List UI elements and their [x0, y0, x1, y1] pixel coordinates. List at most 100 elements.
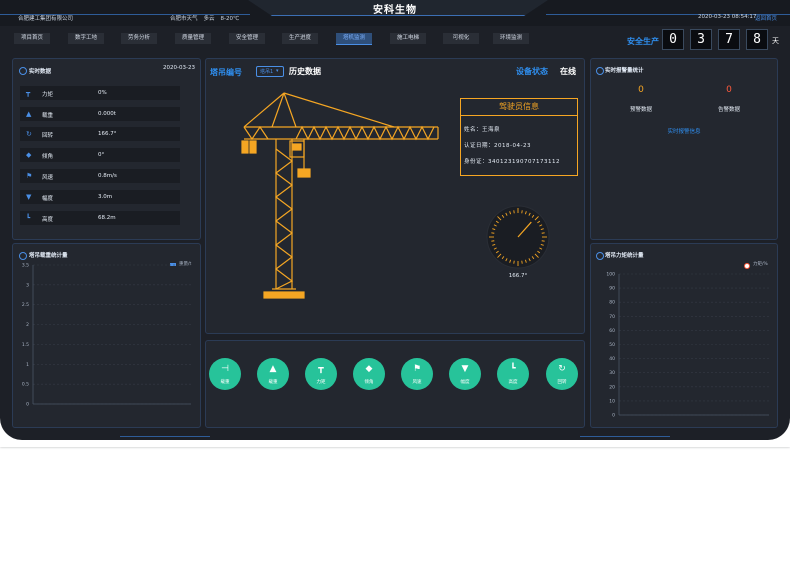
realtime-title: 实时数据 — [29, 69, 52, 75]
nav-item-digital-site[interactable]: 数字工地 — [68, 33, 104, 44]
data-label: 风速 — [42, 175, 54, 181]
nav-item-safety[interactable]: 安全管理 — [229, 33, 265, 44]
torque-icon: ┳ — [26, 89, 31, 97]
clock-icon — [19, 67, 27, 75]
history-data-link[interactable]: 历史数据 — [289, 66, 321, 77]
data-row-torque: ┳ 力矩 0% — [20, 86, 180, 100]
y-tick-label: 100 — [606, 272, 615, 278]
back-home-link[interactable]: 返回首页 — [755, 14, 777, 22]
nav-item-quality[interactable]: 质量管理 — [175, 33, 211, 44]
btn-label: 力矩 — [316, 380, 326, 385]
device-status-label: 设备状态 — [516, 67, 548, 76]
nav-item-elevator[interactable]: 施工电梯 — [390, 33, 426, 44]
data-value: 0% — [98, 90, 107, 96]
bottom-deco-right — [580, 436, 670, 437]
y-tick-label: 3.5 — [22, 263, 29, 269]
btn-height[interactable]: ┗ 高度 — [497, 358, 529, 390]
data-row-rotation: ↻ 回转 166.7° — [20, 127, 180, 141]
y-tick-label: 3 — [26, 282, 29, 288]
btn-label: 载重 — [268, 380, 278, 385]
data-value: 0.000t — [98, 111, 116, 117]
data-value: 68.2m — [98, 215, 116, 221]
nav-item-home[interactable]: 项目首页 — [14, 33, 50, 44]
btn-amplitude[interactable]: ▼ 幅度 — [449, 358, 481, 390]
data-value: 3.0m — [98, 194, 113, 200]
weather-city: 合肥市天气 — [170, 16, 198, 22]
y-tick-label: 1.5 — [22, 342, 29, 348]
alarm-title: 实时报警量统计 — [605, 68, 644, 74]
data-row-wind: ⚑ 风速 0.8m/s — [20, 169, 180, 183]
y-tick-label: 30 — [609, 370, 615, 376]
y-tick-label: 10 — [609, 398, 615, 404]
screen-reflection — [0, 447, 790, 577]
rotation-gauge — [486, 205, 550, 269]
data-value: 0° — [98, 152, 105, 158]
safety-digit-3: 7 — [718, 29, 740, 50]
driver-cert-date: 认证日期：2018-04-23 — [464, 143, 531, 149]
y-tick-label: 60 — [609, 328, 615, 334]
driver-info-title: 驾驶员信息 — [461, 99, 577, 116]
driver-id-card: 身份证：340123190707173112 — [464, 159, 560, 165]
btn-torque[interactable]: ┳ 力矩 — [305, 358, 337, 390]
btn-wind[interactable]: ⚑ 风速 — [401, 358, 433, 390]
device-status-value: 在线 — [560, 67, 576, 76]
weather-info: 合肥市天气 多云 8-20℃ — [170, 14, 245, 22]
wind-flag-icon: ⚑ — [412, 364, 422, 374]
nav-item-labor[interactable]: 劳务分析 — [121, 33, 157, 44]
data-row-amplitude: ▼ 幅度 3.0m — [20, 190, 180, 204]
gauge-value: 166.7° — [508, 273, 528, 279]
y-tick-label: 2.5 — [22, 302, 29, 308]
safety-digit-2: 3 — [690, 29, 712, 50]
data-row-tilt: ◆ 倾角 0° — [20, 148, 180, 162]
warning-label: 预警数据 — [629, 107, 652, 113]
stage: 安科生物 合肥建工集团有限公司 合肥市天气 多云 8-20℃ 2020-03-23 … — [0, 0, 798, 577]
data-label: 幅度 — [42, 196, 54, 202]
data-value: 0.8m/s — [98, 173, 117, 179]
btn-tilt[interactable]: ◆ 倾角 — [353, 358, 385, 390]
data-value: 166.7° — [98, 131, 117, 137]
data-label: 载重 — [42, 113, 54, 119]
y-tick-label: 40 — [609, 356, 615, 362]
realtime-alarm-link[interactable]: 实时报警信息 — [591, 127, 777, 135]
wind-flag-icon: ⚑ — [26, 172, 33, 180]
bottom-deco-left — [120, 436, 210, 437]
data-row-weight: ▲ 载重 0.000t — [20, 107, 180, 121]
btn-label: 回转 — [557, 380, 567, 385]
dashboard-screen: 安科生物 合肥建工集团有限公司 合肥市天气 多云 8-20℃ 2020-03-23 … — [0, 0, 790, 440]
safety-digit-1: 0 — [662, 29, 684, 50]
weather-temp: 8-20℃ — [220, 16, 240, 22]
y-tick-label: 50 — [609, 342, 615, 348]
y-tick-label: 0 — [26, 402, 29, 408]
nav-item-environment[interactable]: 环境监测 — [493, 33, 529, 44]
load-chart-panel: 塔吊载重统计量 重量/t 0 0.5 1 1.5 2 2.5 3 3.5 — [12, 243, 201, 428]
y-tick-label: 0.5 — [22, 382, 29, 388]
alarm-stats-panel: 实时报警量统计 0 0 预警数据 告警数据 实时报警信息 — [590, 58, 778, 240]
driver-info-card: 驾驶员信息 姓名：王海泉 认证日期：2018-04-23 身份证：3401231… — [460, 98, 578, 176]
tower-select[interactable]: 塔吊1 ▾ — [256, 66, 284, 77]
crane-panel: 塔吊编号 塔吊1 ▾ 历史数据 设备状态 在线 驾驶员信息 姓名：王海泉 认证日… — [205, 58, 585, 334]
current-datetime: 2020-03-23 08:54:17 — [698, 14, 757, 20]
btn-label: 风速 — [412, 380, 422, 385]
torque-icon: ⊣ — [221, 364, 229, 374]
btn-weight[interactable]: ▲ 载重 — [257, 358, 289, 390]
data-label: 高度 — [42, 217, 54, 223]
data-label: 回转 — [42, 133, 54, 139]
tower-crane-illustration — [241, 92, 439, 299]
btn-label: 高度 — [508, 380, 518, 385]
btn-load[interactable]: ⊣ 载重 — [209, 358, 241, 390]
y-tick-label: 1 — [26, 362, 29, 368]
btn-rotation[interactable]: ↻ 回转 — [546, 358, 578, 390]
page-title: 安科生物 — [373, 5, 417, 16]
nav-item-tower-monitor[interactable]: 塔机监测 — [336, 33, 372, 45]
nav-item-progress[interactable]: 生产进度 — [282, 33, 318, 44]
btn-label: 幅度 — [460, 380, 470, 385]
tilt-icon: ◆ — [26, 151, 32, 159]
rotation-icon: ↻ — [26, 130, 32, 138]
nav-item-visual[interactable]: 可视化 — [443, 33, 479, 44]
safety-digit-4: 8 — [746, 29, 768, 50]
tower-select-value: 塔吊1 — [260, 69, 274, 75]
y-tick-label: 2 — [26, 322, 29, 328]
chevron-down-icon: ▾ — [276, 68, 279, 74]
amplitude-icon: ▼ — [26, 193, 32, 201]
data-label: 力矩 — [42, 92, 54, 98]
